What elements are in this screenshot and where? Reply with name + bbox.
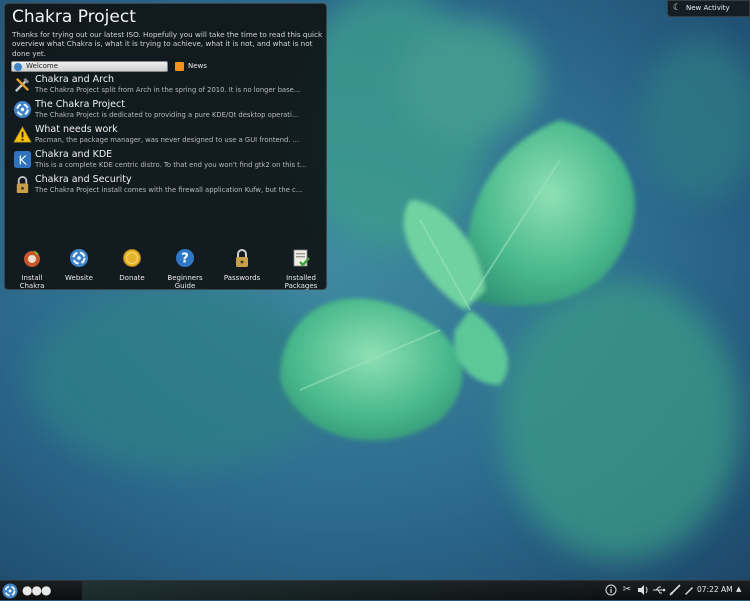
svg-text:?: ? (181, 252, 189, 267)
info-icon[interactable] (604, 583, 618, 597)
tray-expand-icon[interactable]: ▲ (736, 585, 741, 593)
install-icon (24, 250, 40, 267)
news-item-what-needs-work[interactable]: What needs work Pacman, the package mana… (11, 124, 326, 148)
taskbar-panel: ●●● ✂ 07:22 AM ▲ (0, 580, 750, 600)
widget-intro-text: Thanks for trying out our latest ISO. Ho… (12, 30, 323, 58)
news-item-summary: The Chakra Project split from Arch in th… (35, 86, 301, 94)
svg-text:K: K (18, 153, 27, 167)
news-item-title: Chakra and KDE (35, 149, 113, 160)
tab-news-label: News (188, 62, 207, 70)
news-item-chakra-and-security[interactable]: Chakra and Security The Chakra Project i… (11, 174, 326, 198)
launcher-beginners-guide[interactable]: ? Beginners Guide (158, 248, 212, 290)
desktop-pager[interactable]: ●●● (22, 584, 51, 596)
usb-icon[interactable] (652, 583, 666, 597)
launcher-installed-packages[interactable]: Installed Packages (274, 248, 328, 290)
kde-icon: K (13, 150, 32, 169)
chakra-logo-icon (14, 63, 22, 71)
launcher-label: Website (65, 274, 93, 282)
tools-icon (15, 77, 30, 92)
launcher-website[interactable]: Website (52, 248, 106, 282)
scissors-icon[interactable]: ✂ (620, 583, 634, 597)
new-activity-label: New Activity (686, 4, 730, 12)
launcher-label: Installed Packages (284, 274, 318, 290)
rss-icon (175, 62, 184, 71)
news-item-summary: The Chakra Project install comes with th… (35, 186, 303, 194)
donate-icon (123, 249, 141, 267)
launcher-donate[interactable]: Donate (105, 248, 159, 282)
news-item-summary: This is a complete KDE centric distro. T… (35, 161, 307, 169)
news-item-title: What needs work (35, 124, 118, 135)
news-item-chakra-and-kde[interactable]: K Chakra and KDE This is a complete KDE … (11, 149, 326, 173)
network-icon[interactable] (668, 583, 682, 597)
lock-icon (16, 175, 29, 194)
launcher-install-chakra[interactable]: Install Chakra (5, 248, 59, 290)
news-item-title: Chakra and Arch (35, 74, 115, 85)
chakra-logo-icon (13, 100, 32, 119)
activity-icon: ☾ (673, 3, 682, 13)
packages-icon (293, 249, 310, 267)
news-item-the-chakra-project[interactable]: The Chakra Project The Chakra Project is… (11, 99, 326, 123)
clock[interactable]: 07:22 AM (697, 585, 733, 594)
launcher-label: Install Chakra (19, 274, 45, 290)
task-manager (82, 581, 592, 600)
volume-icon[interactable] (636, 583, 650, 597)
passwords-icon (236, 249, 248, 267)
launcher-label: Passwords (223, 274, 261, 282)
new-activity-button[interactable]: ☾ New Activity (667, 0, 750, 17)
launcher-passwords[interactable]: Passwords (215, 248, 269, 282)
news-item-title: Chakra and Security (35, 174, 132, 185)
launcher-label: Beginners Guide (167, 274, 203, 290)
launcher-label: Donate (119, 274, 145, 282)
widget-tabbar: Welcome News (11, 61, 324, 72)
tab-welcome-label: Welcome (26, 62, 59, 70)
tab-welcome[interactable]: Welcome (11, 61, 168, 72)
news-item-title: The Chakra Project (35, 99, 125, 110)
chakra-menu-icon[interactable] (2, 583, 18, 599)
welcome-widget: Chakra Project Thanks for trying out our… (4, 3, 327, 290)
widget-title: Chakra Project (12, 7, 136, 27)
edit-icon[interactable] (682, 583, 696, 597)
tab-news[interactable]: News (173, 61, 207, 72)
news-item-summary: The Chakra Project is dedicated to provi… (35, 111, 299, 119)
help-icon: ? (176, 249, 194, 267)
website-icon (70, 249, 88, 267)
news-item-chakra-and-arch[interactable]: Chakra and Arch The Chakra Project split… (11, 74, 326, 98)
warning-icon (13, 126, 32, 143)
news-item-summary: Pacman, the package manager, was never d… (35, 136, 300, 144)
